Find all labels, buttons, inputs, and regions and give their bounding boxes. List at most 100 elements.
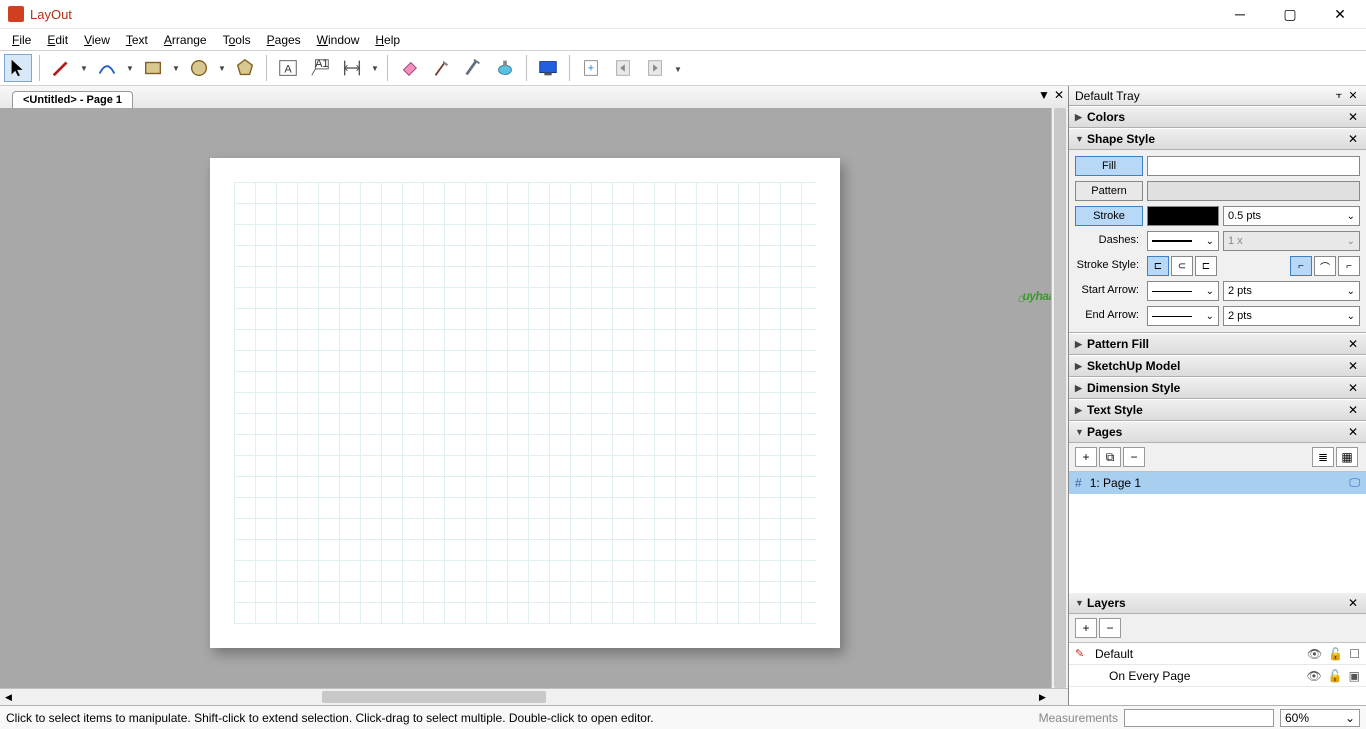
close-button[interactable]: ✕ bbox=[1326, 4, 1354, 24]
circle-tool[interactable] bbox=[185, 54, 213, 82]
stroke-toggle[interactable]: Stroke bbox=[1075, 206, 1143, 226]
lock-icon[interactable]: 🔓 bbox=[1328, 669, 1343, 683]
shared-icon[interactable]: ▣ bbox=[1349, 669, 1360, 683]
stroke-color-swatch[interactable] bbox=[1147, 206, 1219, 226]
style-tool[interactable] bbox=[427, 54, 455, 82]
layer-row[interactable]: On Every Page 👁 🔓 ▣ bbox=[1069, 665, 1366, 687]
tray-close-icon[interactable]: ✕ bbox=[1346, 89, 1360, 102]
visibility-icon[interactable]: 👁 bbox=[1307, 647, 1322, 661]
polygon-tool[interactable] bbox=[231, 54, 259, 82]
split-tool[interactable] bbox=[459, 54, 487, 82]
menu-view[interactable]: View bbox=[76, 31, 118, 49]
panel-close-icon[interactable]: ✕ bbox=[1346, 381, 1360, 395]
prev-page-tool[interactable] bbox=[609, 54, 637, 82]
layers-panel-header[interactable]: ▼Layers✕ bbox=[1069, 592, 1366, 614]
dashes-label: Dashes: bbox=[1075, 231, 1143, 251]
vertical-scrollbar[interactable] bbox=[1051, 108, 1068, 688]
join-round-button[interactable]: ⌒ bbox=[1314, 256, 1336, 276]
add-layer-button[interactable]: + bbox=[1075, 618, 1097, 638]
menu-window[interactable]: Window bbox=[309, 31, 368, 49]
fill-color-swatch[interactable] bbox=[1147, 156, 1360, 176]
menu-tools[interactable]: Tools bbox=[215, 31, 259, 49]
remove-layer-button[interactable]: − bbox=[1099, 618, 1121, 638]
join-bevel-button[interactable]: ⌐ bbox=[1338, 256, 1360, 276]
maximize-button[interactable]: ▢ bbox=[1276, 4, 1304, 24]
dimension-tool-dropdown[interactable]: ▼ bbox=[370, 54, 380, 82]
menu-edit[interactable]: Edit bbox=[39, 31, 76, 49]
start-arrow-size-select[interactable]: 2 pts bbox=[1223, 281, 1360, 301]
measurements-input[interactable] bbox=[1124, 709, 1274, 727]
menu-pages[interactable]: Pages bbox=[259, 31, 309, 49]
panel-close-icon[interactable]: ✕ bbox=[1346, 596, 1360, 610]
menu-text[interactable]: Text bbox=[118, 31, 156, 49]
dashes-select[interactable] bbox=[1147, 231, 1219, 251]
page[interactable] bbox=[210, 158, 840, 648]
rectangle-tool-dropdown[interactable]: ▼ bbox=[171, 54, 181, 82]
list-view-button[interactable]: ≣ bbox=[1312, 447, 1334, 467]
sketchup-model-panel-header[interactable]: ▶SketchUp Model✕ bbox=[1069, 355, 1366, 377]
grid-view-button[interactable]: ▦ bbox=[1336, 447, 1358, 467]
text-tool[interactable]: A bbox=[274, 54, 302, 82]
circle-tool-dropdown[interactable]: ▼ bbox=[217, 54, 227, 82]
menu-arrange[interactable]: Arrange bbox=[156, 31, 215, 49]
layer-row[interactable]: ✎ Default 👁 🔓 ☐ bbox=[1069, 643, 1366, 665]
panel-close-icon[interactable]: ✕ bbox=[1346, 110, 1360, 124]
lock-icon[interactable]: 🔓 bbox=[1328, 647, 1343, 661]
pages-panel-header[interactable]: ▼Pages✕ bbox=[1069, 421, 1366, 443]
pin-icon[interactable]: ⫟ bbox=[1332, 89, 1346, 102]
dimension-style-panel-header[interactable]: ▶Dimension Style✕ bbox=[1069, 377, 1366, 399]
select-tool[interactable] bbox=[4, 54, 32, 82]
end-arrow-select[interactable] bbox=[1147, 306, 1219, 326]
colors-panel-header[interactable]: ▶Colors✕ bbox=[1069, 106, 1366, 128]
dashes-scale-select[interactable]: 1 x bbox=[1223, 231, 1360, 251]
tab-close-icon[interactable]: ✕ bbox=[1054, 88, 1064, 102]
pattern-swatch[interactable] bbox=[1147, 181, 1360, 201]
canvas[interactable]: ⌂uyhaa-android19 bbox=[0, 108, 1051, 688]
cap-round-button[interactable]: ⊂ bbox=[1171, 256, 1193, 276]
end-arrow-size-select[interactable]: 2 pts bbox=[1223, 306, 1360, 326]
arc-tool[interactable] bbox=[93, 54, 121, 82]
minimize-button[interactable]: ─ bbox=[1226, 4, 1254, 24]
add-page-tool[interactable]: + bbox=[577, 54, 605, 82]
duplicate-page-button[interactable]: ⧉ bbox=[1099, 447, 1121, 467]
start-arrow-label: Start Arrow: bbox=[1075, 281, 1143, 301]
stroke-width-select[interactable]: 0.5 pts bbox=[1223, 206, 1360, 226]
panel-close-icon[interactable]: ✕ bbox=[1346, 132, 1360, 146]
remove-page-button[interactable]: − bbox=[1123, 447, 1145, 467]
page-list-item[interactable]: # 1: Page 1 🖵 bbox=[1069, 472, 1366, 494]
line-tool[interactable] bbox=[47, 54, 75, 82]
next-page-tool[interactable] bbox=[641, 54, 669, 82]
join-miter-button[interactable]: ⌐ bbox=[1290, 256, 1312, 276]
panel-close-icon[interactable]: ✕ bbox=[1346, 403, 1360, 417]
panel-close-icon[interactable]: ✕ bbox=[1346, 337, 1360, 351]
menu-help[interactable]: Help bbox=[367, 31, 408, 49]
panel-close-icon[interactable]: ✕ bbox=[1346, 425, 1360, 439]
cap-flat-button[interactable]: ⊏ bbox=[1147, 256, 1169, 276]
zoom-select[interactable]: 60% bbox=[1280, 709, 1360, 727]
start-arrow-select[interactable] bbox=[1147, 281, 1219, 301]
text-style-panel-header[interactable]: ▶Text Style✕ bbox=[1069, 399, 1366, 421]
add-page-button[interactable]: + bbox=[1075, 447, 1097, 467]
tab-dropdown-icon[interactable]: ▼ bbox=[1038, 88, 1050, 102]
toolbar-overflow[interactable]: ▼ bbox=[673, 55, 683, 83]
horizontal-scrollbar[interactable]: ◀ ▶ bbox=[0, 688, 1068, 705]
dimension-tool[interactable] bbox=[338, 54, 366, 82]
panel-close-icon[interactable]: ✕ bbox=[1346, 359, 1360, 373]
shape-style-panel-header[interactable]: ▼Shape Style✕ bbox=[1069, 128, 1366, 150]
document-tab[interactable]: <Untitled> - Page 1 bbox=[12, 91, 133, 108]
line-tool-dropdown[interactable]: ▼ bbox=[79, 54, 89, 82]
cap-square-button[interactable]: ⊏ bbox=[1195, 256, 1217, 276]
menu-file[interactable]: File bbox=[4, 31, 39, 49]
present-page-icon[interactable]: 🖵 bbox=[1349, 477, 1360, 490]
join-tool[interactable] bbox=[491, 54, 519, 82]
label-tool[interactable]: A1 bbox=[306, 54, 334, 82]
pattern-toggle[interactable]: Pattern bbox=[1075, 181, 1143, 201]
fill-toggle[interactable]: Fill bbox=[1075, 156, 1143, 176]
pattern-fill-panel-header[interactable]: ▶Pattern Fill✕ bbox=[1069, 333, 1366, 355]
visibility-icon[interactable]: 👁 bbox=[1306, 669, 1321, 683]
arc-tool-dropdown[interactable]: ▼ bbox=[125, 54, 135, 82]
eraser-tool[interactable] bbox=[395, 54, 423, 82]
rectangle-tool[interactable] bbox=[139, 54, 167, 82]
presentation-tool[interactable] bbox=[534, 54, 562, 82]
shared-icon[interactable]: ☐ bbox=[1349, 647, 1360, 661]
